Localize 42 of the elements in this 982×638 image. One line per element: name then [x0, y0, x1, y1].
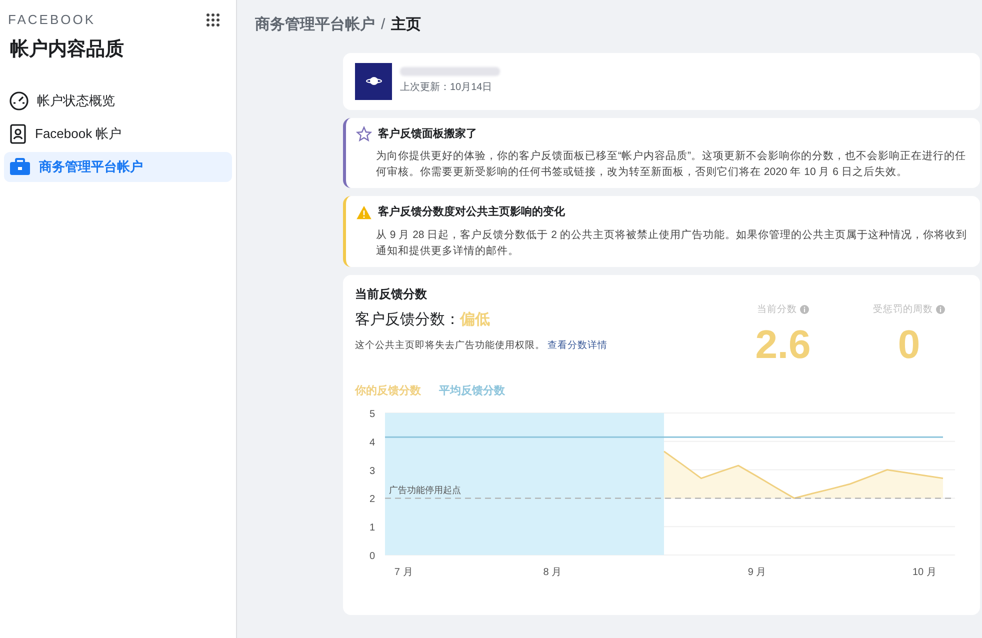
last-updated: 上次更新：10月14日 [400, 80, 494, 95]
y-tick-label: 1 [369, 522, 375, 534]
gauge-icon [9, 91, 29, 111]
breadcrumb-item: 主页 [391, 14, 422, 35]
notice-title: 客户反馈分数度对公共主页影响的变化 [378, 204, 565, 220]
y-tick-label: 0 [369, 551, 375, 562]
planet-icon [366, 75, 382, 87]
notice-title: 客户反馈面板搬家了 [378, 126, 477, 142]
stat-label: 受惩罚的周数 [873, 302, 933, 316]
breadcrumb-separator: / [381, 15, 386, 35]
x-tick-label: 10 月 [912, 567, 936, 578]
stat-value: 0 [898, 322, 920, 369]
x-tick-label: 9 月 [748, 567, 766, 578]
score-details-link[interactable]: 查看分数详情 [548, 340, 608, 351]
score-rating: 偏低 [460, 310, 490, 330]
notice-text: 为向你提供更好的体验，你的客户反馈面板已移至“帐户内容品质”。这项更新不会影响你的分数，也不会影响正在进行的任何审核。你需要更新受影响的任何书签或链接，改为转至新面板，否则它们将在 2020 年 10 月 6 日之后失效。 [375, 149, 967, 180]
x-tick-label: 7 月 [394, 567, 413, 578]
apps-grid-icon[interactable] [206, 12, 220, 27]
score-label: 客户反馈分数： [355, 310, 460, 330]
score-description: 这个公共主页即将失去广告功能使用权限。 查看分数详情 [355, 339, 608, 353]
warning-icon [356, 204, 372, 220]
info-icon[interactable] [936, 305, 945, 314]
star-icon [356, 126, 372, 142]
y-tick-label: 5 [369, 409, 375, 420]
sidebar-item[interactable]: Facebook 帐户 [4, 119, 232, 149]
page-title: 帐户内容品质 [9, 38, 125, 62]
score-heading: 当前反馈分数 [355, 286, 428, 302]
x-tick-label: 8 月 [543, 567, 562, 578]
y-tick-label: 2 [369, 494, 375, 506]
threshold-label: 广告功能停用起点 [389, 485, 461, 496]
breadcrumb-item[interactable]: 商务管理平台帐户 [255, 14, 375, 36]
y-tick-label: 3 [369, 466, 375, 478]
brand-wordmark: FACEBOOK [8, 11, 96, 29]
stat-value: 2.6 [755, 322, 811, 369]
profile-card-icon [9, 124, 27, 144]
sidebar-item[interactable]: 商务管理平台帐户 [4, 152, 232, 182]
info-icon[interactable] [800, 305, 809, 314]
notice-text: 从 9 月 28 日起，客户反馈分数低于 2 的公共主页将被禁止使用广告功能。如果你管理的公共主页属于这种情况，你将收到通知和提供更多详情的邮件。 [375, 228, 968, 258]
sidebar-item[interactable]: 帐户状态概览 [4, 86, 232, 116]
briefcase-icon [9, 158, 31, 176]
stat-label: 当前分数 [757, 302, 797, 316]
y-tick-label: 4 [369, 438, 375, 449]
